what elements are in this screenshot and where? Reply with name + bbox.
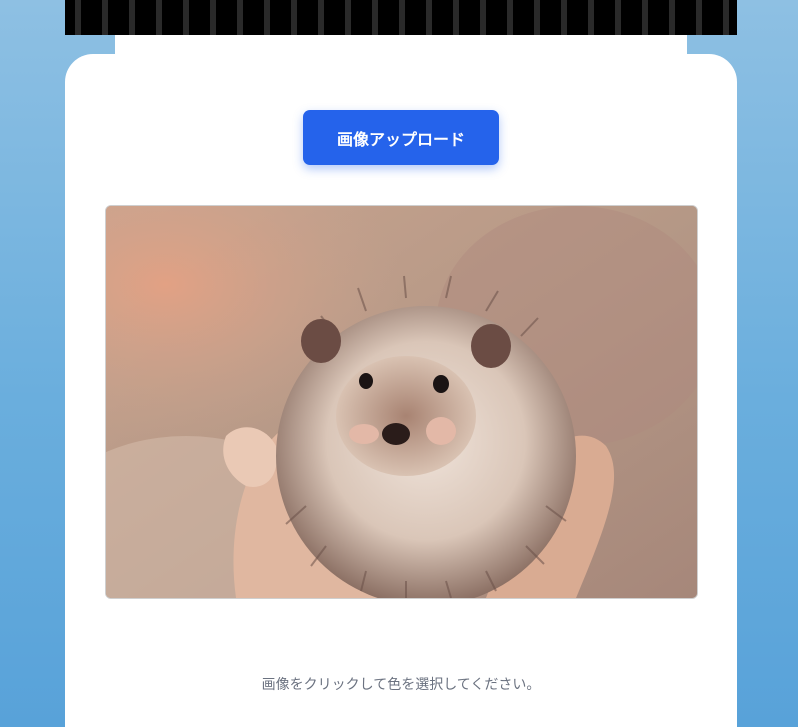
film-sprocket-hole bbox=[318, 0, 324, 35]
film-sprocket-hole bbox=[291, 0, 297, 35]
film-sprocket-hole bbox=[426, 0, 432, 35]
hedgehog-photo bbox=[106, 206, 697, 598]
film-sprocket-hole bbox=[480, 0, 486, 35]
color-picker-image[interactable] bbox=[105, 205, 698, 599]
film-sprocket-hole bbox=[615, 0, 621, 35]
film-sprocket-hole bbox=[237, 0, 243, 35]
image-upload-button[interactable]: 画像アップロード bbox=[303, 110, 499, 165]
film-sprocket-hole bbox=[561, 0, 567, 35]
film-sprocket-hole bbox=[75, 0, 81, 35]
film-sprocket-hole bbox=[399, 0, 405, 35]
film-sprocket-hole bbox=[129, 0, 135, 35]
film-sprocket-hole bbox=[453, 0, 459, 35]
main-card: 画像アップロード 画像をクリックして色を選択してください。 bbox=[65, 54, 737, 727]
film-sprocket-hole bbox=[588, 0, 594, 35]
film-sprocket-hole bbox=[534, 0, 540, 35]
film-sprocket-hole bbox=[345, 0, 351, 35]
film-sprocket-hole bbox=[102, 0, 108, 35]
film-sprocket-hole bbox=[507, 0, 513, 35]
film-sprocket-hole bbox=[642, 0, 648, 35]
instruction-text: 画像をクリックして色を選択してください。 bbox=[261, 677, 541, 693]
film-sprocket-hole bbox=[264, 0, 270, 35]
film-sprocket-hole bbox=[372, 0, 378, 35]
film-sprocket-hole bbox=[156, 0, 162, 35]
film-sprocket-hole bbox=[723, 0, 729, 35]
film-sprocket-hole bbox=[210, 0, 216, 35]
film-sprocket-hole bbox=[696, 0, 702, 35]
film-sprocket-hole bbox=[669, 0, 675, 35]
film-strip-decoration bbox=[65, 0, 737, 35]
film-sprocket-hole bbox=[183, 0, 189, 35]
